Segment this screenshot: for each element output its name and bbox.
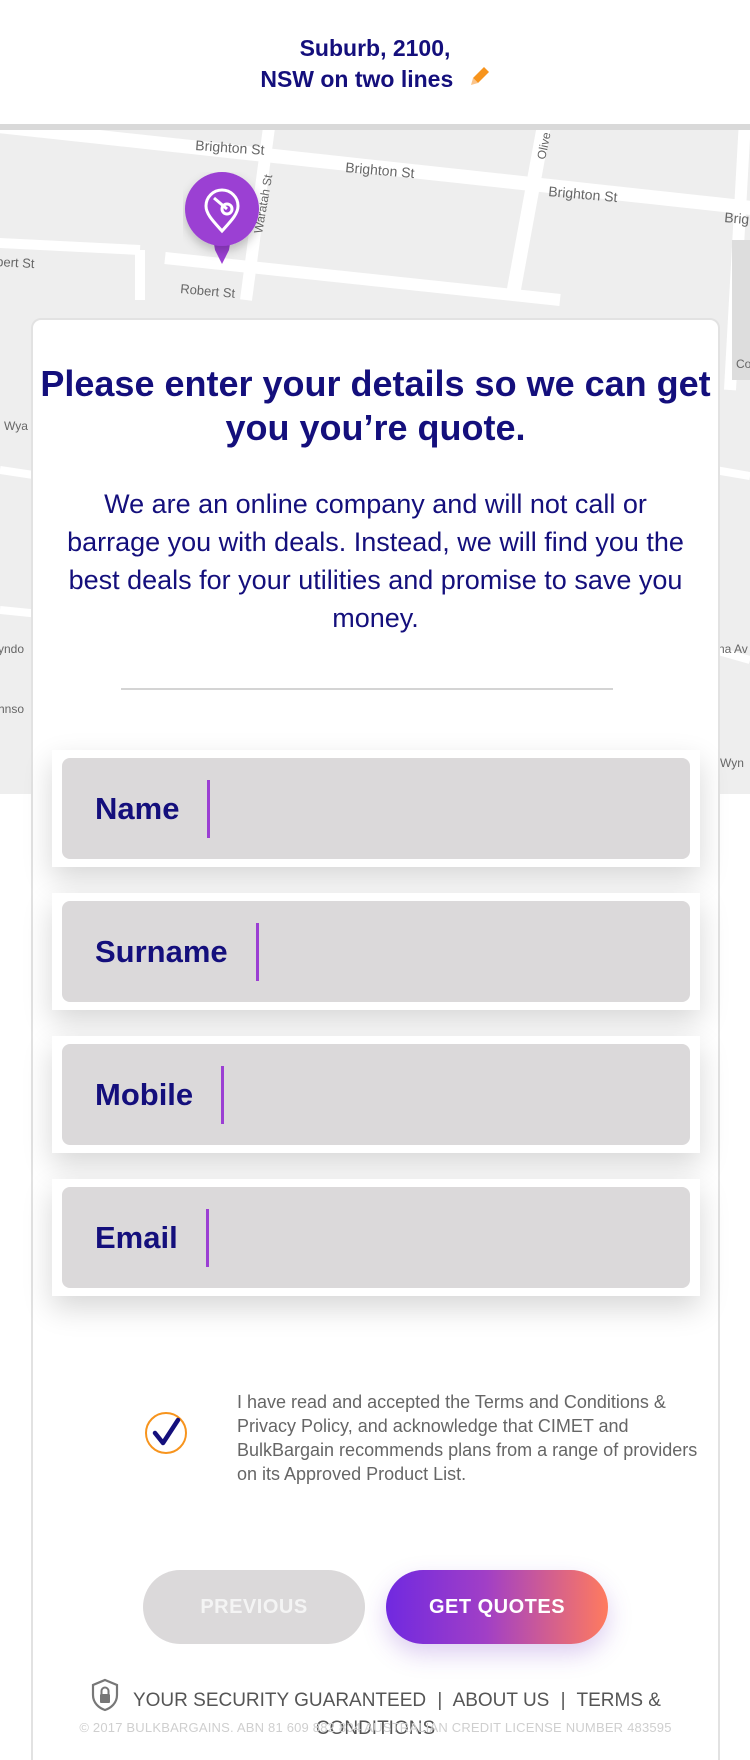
- map-label: Wya: [4, 419, 28, 433]
- copyright-text: © 2017 BULKBARGAINS. ABN 81 609 882 804 …: [79, 1720, 672, 1735]
- page-title: Please enter your details so we can get …: [40, 363, 711, 448]
- divider: [121, 688, 613, 690]
- location-line-2-row: NSW on two lines: [0, 66, 750, 93]
- footer-separator: |: [560, 1690, 566, 1712]
- about-us-link[interactable]: ABOUT US: [453, 1690, 550, 1711]
- map-label: Co: [736, 357, 750, 371]
- map-label: yndo: [0, 642, 24, 656]
- text-cursor: [205, 1208, 209, 1267]
- name-label: Name: [95, 790, 180, 826]
- pencil-icon[interactable]: [470, 65, 490, 92]
- previous-button[interactable]: PREVIOUS: [143, 1570, 365, 1644]
- email-input[interactable]: Email: [62, 1187, 690, 1288]
- mobile-input[interactable]: Mobile: [62, 1044, 690, 1145]
- location-pin-icon[interactable]: [183, 172, 261, 276]
- terms-checkbox[interactable]: [145, 1412, 187, 1454]
- map-label: bert St: [0, 254, 35, 271]
- map-label: Wyn: [720, 756, 744, 770]
- map-label: Brighton St: [345, 159, 416, 181]
- location-line-1: Suburb, 2100,: [299, 35, 451, 61]
- map-label: Robert St: [180, 281, 236, 301]
- terms-text: I have read and accepted the Terms and C…: [237, 1392, 698, 1484]
- surname-field[interactable]: Surname: [52, 893, 700, 1010]
- map-label: na Av: [718, 642, 748, 656]
- surname-label: Surname: [95, 933, 228, 969]
- security-link[interactable]: YOUR SECURITY GUARANTEED: [133, 1690, 426, 1711]
- email-field[interactable]: Email: [52, 1179, 700, 1296]
- details-card: Please enter your details so we can get …: [31, 318, 720, 1760]
- text-cursor: [255, 922, 259, 981]
- checkmark-icon: [152, 1417, 181, 1446]
- location-header: Suburb, 2100, NSW on two lines: [0, 0, 750, 124]
- surname-input[interactable]: Surname: [62, 901, 690, 1002]
- map-label: hnso: [0, 702, 24, 716]
- name-field[interactable]: Name: [52, 750, 700, 867]
- shield-lock-icon: [90, 1678, 120, 1718]
- mobile-field[interactable]: Mobile: [52, 1036, 700, 1153]
- footer-separator: |: [437, 1690, 443, 1712]
- map-label: Brig: [724, 209, 750, 227]
- get-quotes-button[interactable]: GET QUOTES: [386, 1570, 608, 1644]
- intro-text: We are an online company and will not ca…: [67, 489, 684, 633]
- name-input[interactable]: Name: [62, 758, 690, 859]
- mobile-label: Mobile: [95, 1076, 194, 1112]
- email-label: Email: [95, 1219, 178, 1255]
- location-line-2: NSW on two lines: [260, 66, 454, 92]
- text-cursor: [221, 1065, 225, 1124]
- text-cursor: [207, 779, 211, 838]
